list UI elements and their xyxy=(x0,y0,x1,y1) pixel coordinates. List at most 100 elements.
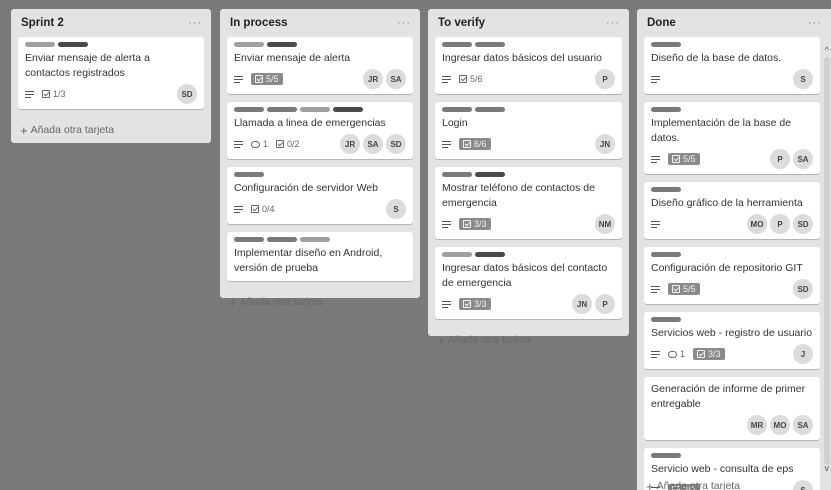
add-card-button[interactable]: + Añada otra tarjeta xyxy=(435,327,622,353)
card-label[interactable] xyxy=(234,237,264,242)
card-label[interactable] xyxy=(651,317,681,322)
card-label[interactable] xyxy=(475,172,505,177)
list-title[interactable]: Done xyxy=(647,17,676,29)
card[interactable]: Enviar mensaje de alerta a contactos reg… xyxy=(18,37,204,109)
card[interactable]: Generación de informe de primer entregab… xyxy=(644,377,820,440)
card-labels xyxy=(651,107,813,112)
member-avatar[interactable]: P xyxy=(770,214,790,234)
member-avatar[interactable]: SD xyxy=(177,84,197,104)
list-menu-button[interactable]: ··· xyxy=(808,17,822,29)
card-label[interactable] xyxy=(234,107,264,112)
card[interactable]: Servicios web - registro de usuario 1 3/3 J xyxy=(644,312,820,369)
checklist-count: 5/5 xyxy=(683,154,696,164)
card[interactable]: Implementación de la base de datos. 5/5 P S… xyxy=(644,102,820,174)
member-avatar[interactable]: SA xyxy=(363,134,383,154)
member-avatar[interactable]: SA xyxy=(793,415,813,435)
member-avatar[interactable]: SD xyxy=(793,214,813,234)
vertical-scrollbar[interactable] xyxy=(824,57,830,465)
card-label[interactable] xyxy=(651,107,681,112)
member-avatar[interactable]: P xyxy=(595,294,615,314)
member-avatar[interactable]: S xyxy=(386,199,406,219)
member-avatar[interactable]: JN xyxy=(595,134,615,154)
list-menu-button[interactable]: ··· xyxy=(397,17,411,29)
card[interactable]: Ingresar datos básicos del contacto de e… xyxy=(435,247,622,319)
card-label[interactable] xyxy=(267,42,297,47)
card[interactable]: Configuración de repositorio GIT 5/5 SD xyxy=(644,247,820,304)
card-label[interactable] xyxy=(267,237,297,242)
member-avatar[interactable]: MR xyxy=(747,415,767,435)
member-avatar[interactable]: JR xyxy=(363,69,383,89)
card-label[interactable] xyxy=(58,42,88,47)
card-label[interactable] xyxy=(267,107,297,112)
card-list: Enviar mensaje de alerta 5/5 JR SA Llamada a… xyxy=(227,37,413,281)
card-label[interactable] xyxy=(25,42,55,47)
card[interactable]: Llamada a linea de emergencias 1 0/2 JR SA SD xyxy=(227,102,413,159)
list-header: Sprint 2 ··· xyxy=(18,9,204,37)
card[interactable]: Login 6/6 JN xyxy=(435,102,622,159)
card-label[interactable] xyxy=(442,172,472,177)
list-menu-button[interactable]: ··· xyxy=(606,17,620,29)
card-label[interactable] xyxy=(651,252,681,257)
member-avatar[interactable]: SA xyxy=(793,149,813,169)
card-label[interactable] xyxy=(475,107,505,112)
card-label[interactable] xyxy=(442,252,472,257)
card[interactable]: Diseño de la base de datos. S xyxy=(644,37,820,94)
card-label[interactable] xyxy=(442,107,472,112)
card-label[interactable] xyxy=(234,172,264,177)
card-labels xyxy=(442,42,615,47)
card[interactable]: Mostrar teléfono de contactos de emergen… xyxy=(435,167,622,239)
list-title[interactable]: In process xyxy=(230,17,288,29)
member-avatar[interactable]: MO xyxy=(770,415,790,435)
card-label[interactable] xyxy=(442,42,472,47)
list-title[interactable]: To verify xyxy=(438,17,485,29)
card-footer: 5/6 P xyxy=(442,69,615,89)
card-label[interactable] xyxy=(475,252,505,257)
member-avatar[interactable]: J xyxy=(793,344,813,364)
add-card-button[interactable]: + Añada otra tarjeta xyxy=(18,117,204,143)
card-labels xyxy=(442,172,615,177)
list-title[interactable]: Sprint 2 xyxy=(21,17,64,29)
card-label[interactable] xyxy=(651,453,681,458)
scroll-up-icon[interactable]: ^ xyxy=(825,45,829,55)
description-icon xyxy=(234,140,243,148)
member-avatar[interactable]: JN xyxy=(572,294,592,314)
card-label[interactable] xyxy=(333,107,363,112)
description-icon xyxy=(651,350,660,358)
card-title: Enviar mensaje de alerta a contactos reg… xyxy=(25,52,150,79)
card-badges: 5/6 xyxy=(442,74,483,84)
card-label[interactable] xyxy=(234,42,264,47)
member-avatar[interactable]: MO xyxy=(747,214,767,234)
card-label[interactable] xyxy=(651,187,681,192)
member-avatar[interactable]: P xyxy=(595,69,615,89)
card-label[interactable] xyxy=(651,42,681,47)
member-avatar[interactable]: SA xyxy=(386,69,406,89)
card-label[interactable] xyxy=(300,107,330,112)
scroll-down-icon[interactable]: v xyxy=(825,463,830,473)
card-title: Login xyxy=(442,117,468,129)
plus-icon: + xyxy=(646,478,654,490)
card[interactable]: Ingresar datos básicos del usuario 5/6 P xyxy=(435,37,622,94)
card[interactable]: Diseño gráfico de la herramienta MO P SD xyxy=(644,182,820,239)
card-label[interactable] xyxy=(475,42,505,47)
card[interactable]: Enviar mensaje de alerta 5/5 JR SA xyxy=(227,37,413,94)
add-card-button[interactable]: + Añada otra tarjeta xyxy=(227,289,413,315)
card-labels xyxy=(234,107,406,112)
member-avatar[interactable]: JR xyxy=(340,134,360,154)
checklist-count: 5/6 xyxy=(470,74,483,84)
card[interactable]: Configuración de servidor Web 0/4 S xyxy=(227,167,413,224)
card-title: Configuración de repositorio GIT xyxy=(651,262,803,274)
checklist-badge: 5/5 xyxy=(251,73,283,85)
list-done: Done ··· Diseño de la base de datos. S Imple… xyxy=(637,9,831,490)
add-card-button[interactable]: + Añada otra tarjeta xyxy=(644,473,740,490)
member-avatar[interactable]: P xyxy=(770,149,790,169)
card[interactable]: Implementar diseño en Android, versión d… xyxy=(227,232,413,281)
card-label[interactable] xyxy=(300,237,330,242)
card-labels xyxy=(651,317,813,322)
member-avatar[interactable]: SD xyxy=(386,134,406,154)
checklist-badge: 3/3 xyxy=(693,348,725,360)
member-avatar[interactable]: S xyxy=(793,480,813,490)
member-avatar[interactable]: SD xyxy=(793,279,813,299)
member-avatar[interactable]: NM xyxy=(595,214,615,234)
list-menu-button[interactable]: ··· xyxy=(188,17,202,29)
member-avatar[interactable]: S xyxy=(793,69,813,89)
